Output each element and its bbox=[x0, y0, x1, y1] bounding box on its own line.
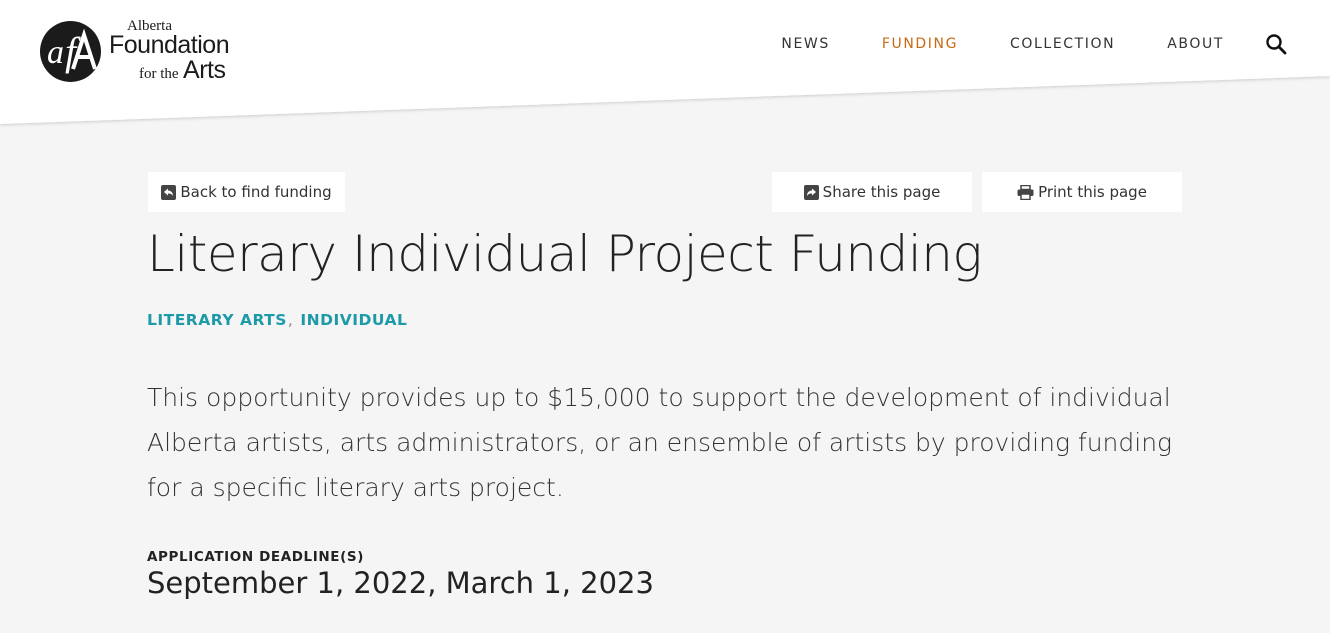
nav-about-label: ABOUT bbox=[1167, 36, 1224, 52]
nav-news-label: NEWS bbox=[781, 36, 830, 52]
afa-logo-icon: a f bbox=[40, 20, 101, 82]
category-tags: LITERARY ARTS, INDIVIDUAL bbox=[147, 311, 407, 329]
site-logo[interactable]: a f Alberta Foundation for the Arts bbox=[40, 19, 255, 84]
nav-about[interactable]: ABOUT bbox=[1141, 22, 1250, 66]
main-nav: NEWS FUNDING COLLECTION ABOUT bbox=[755, 20, 1290, 66]
tag-literary-arts[interactable]: LITERARY ARTS bbox=[147, 311, 287, 329]
deadline-value: September 1, 2022, March 1, 2023 bbox=[147, 566, 654, 600]
svg-text:a: a bbox=[47, 34, 64, 71]
logo-line-for-the: for the bbox=[139, 66, 179, 82]
share-page-button[interactable]: Share this page bbox=[772, 172, 972, 212]
logo-line-arts: Arts bbox=[183, 56, 226, 84]
printer-icon bbox=[1017, 184, 1034, 200]
nav-funding[interactable]: FUNDING bbox=[856, 20, 984, 66]
search-icon bbox=[1266, 34, 1287, 55]
back-to-funding-button[interactable]: Back to find funding bbox=[148, 172, 345, 212]
back-arrow-icon bbox=[161, 184, 177, 200]
nav-collection-label: COLLECTION bbox=[1010, 36, 1116, 52]
nav-news[interactable]: NEWS bbox=[755, 22, 855, 66]
print-button-label: Print this page bbox=[1038, 183, 1147, 201]
nav-collection[interactable]: COLLECTION bbox=[984, 22, 1141, 66]
search-button[interactable] bbox=[1262, 30, 1290, 58]
logo-wordmark: Alberta Foundation for the Arts bbox=[109, 19, 230, 84]
nav-funding-label: FUNDING bbox=[881, 36, 959, 52]
program-description: This opportunity provides up to $15,000 … bbox=[147, 383, 1173, 502]
share-button-label: Share this page bbox=[822, 183, 941, 201]
tag-individual[interactable]: INDIVIDUAL bbox=[300, 311, 407, 329]
logo-line-foundation: Foundation bbox=[109, 31, 230, 59]
page-title: Literary Individual Project Funding bbox=[147, 225, 982, 283]
share-icon bbox=[803, 184, 819, 200]
tag-separator: , bbox=[287, 311, 294, 329]
back-button-label: Back to find funding bbox=[180, 183, 332, 201]
deadline-label: APPLICATION DEADLINE(S) bbox=[147, 549, 364, 565]
print-page-button[interactable]: Print this page bbox=[982, 172, 1182, 212]
